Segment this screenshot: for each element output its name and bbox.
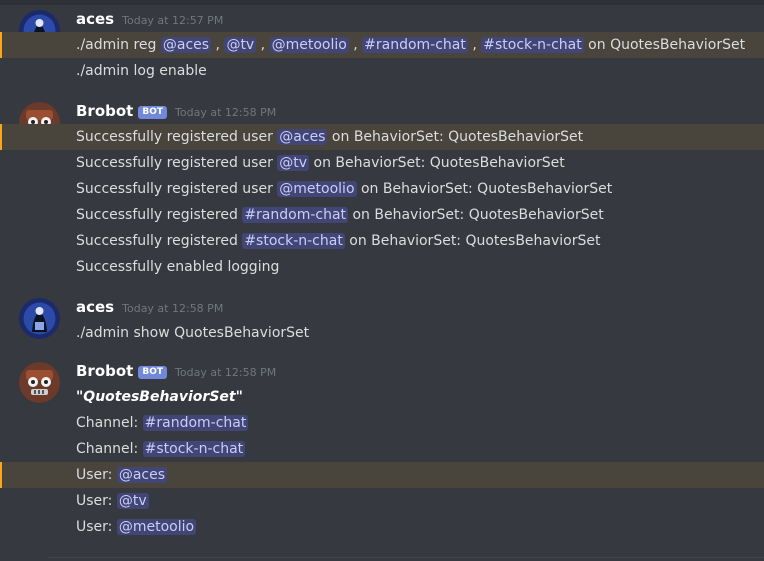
message-text: Successfully registered [76, 233, 243, 249]
channel-mention[interactable]: #stock-n-chat [481, 37, 584, 53]
message-group: Brobot BOT Today at 12:58 PM "QuotesBehavio… [0, 358, 764, 540]
message-header: aces Today at 12:58 PM [0, 294, 764, 320]
message-text: User: [76, 519, 117, 535]
message-text: on BehaviorSet: QuotesBehaviorSet [327, 129, 584, 145]
message-text: , [211, 37, 225, 53]
message-text: , [467, 37, 482, 53]
message-text: User: [76, 493, 117, 509]
message-timestamp[interactable]: Today at 12:58 PM [175, 366, 276, 379]
user-mention[interactable]: @metoolio [269, 37, 349, 53]
chat-messages-panel: aces Today at 12:57 PM ./admin reg @aces ,… [0, 0, 764, 561]
user-mention[interactable]: @tv [116, 493, 149, 509]
message-text: Successfully registered user [76, 181, 278, 197]
message-timestamp[interactable]: Today at 12:58 PM [175, 106, 276, 119]
message-line[interactable]: ./admin log enable [0, 58, 764, 84]
message-text: ./admin reg [76, 37, 161, 53]
user-mention[interactable]: @metoolio [277, 181, 357, 197]
user-mention[interactable]: @aces [116, 467, 168, 483]
message-text: Channel: [76, 415, 143, 431]
bot-badge: BOT [138, 366, 168, 379]
bottom-divider [48, 557, 764, 558]
message-text: Successfully registered user [76, 129, 278, 145]
message-text: on BehaviorSet: QuotesBehaviorSet [309, 155, 565, 171]
user-mention[interactable]: @tv [277, 155, 310, 171]
message-line-highlighted[interactable]: User: @aces [0, 462, 764, 488]
user-mention[interactable]: @aces [277, 129, 328, 145]
message-text-emphasis: "QuotesBehaviorSet" [76, 389, 243, 405]
message-text: ./admin log enable [76, 63, 207, 79]
channel-mention[interactable]: #random-chat [362, 37, 468, 53]
message-line[interactable]: User: @metoolio [0, 514, 764, 540]
message-header: Brobot BOT Today at 12:58 PM [0, 98, 764, 124]
message-text: on BehaviorSet: QuotesBehaviorSet [344, 233, 601, 249]
message-header: Brobot BOT Today at 12:58 PM [0, 358, 764, 384]
channel-mention[interactable]: #stock-n-chat [242, 233, 345, 249]
message-line-highlighted[interactable]: ./admin reg @aces , @tv , @metoolio , #r… [0, 32, 764, 58]
message-group: Brobot BOT Today at 12:58 PM Successfully r… [0, 98, 764, 280]
message-line-highlighted[interactable]: Successfully registered user @aces on Be… [0, 124, 764, 150]
message-text: Channel: [76, 441, 143, 457]
user-mention[interactable]: @tv [224, 37, 257, 53]
message-timestamp[interactable]: Today at 12:57 PM [122, 14, 223, 27]
message-line[interactable]: Successfully registered #random-chat on … [0, 202, 764, 228]
message-text: ./admin show QuotesBehaviorSet [76, 325, 310, 341]
channel-mention[interactable]: #random-chat [142, 415, 249, 431]
user-mention[interactable]: @metoolio [116, 519, 197, 535]
author-name[interactable]: aces [76, 298, 114, 316]
message-line[interactable]: "QuotesBehaviorSet" [0, 384, 764, 410]
author-name[interactable]: aces [76, 10, 114, 28]
message-text: Successfully registered [76, 207, 243, 223]
message-text: on BehaviorSet: QuotesBehaviorSet [356, 181, 613, 197]
message-line[interactable]: ./admin show QuotesBehaviorSet [0, 320, 764, 346]
message-text: Successfully enabled logging [76, 259, 280, 275]
message-line[interactable]: Channel: #stock-n-chat [0, 436, 764, 462]
message-line[interactable]: Successfully registered user @metoolio o… [0, 176, 764, 202]
message-group: aces Today at 12:57 PM ./admin reg @aces ,… [0, 6, 764, 84]
message-timestamp[interactable]: Today at 12:58 PM [122, 302, 223, 315]
bot-badge: BOT [138, 106, 168, 119]
message-text: , [348, 37, 363, 53]
channel-mention[interactable]: #stock-n-chat [142, 441, 246, 457]
user-mention[interactable]: @aces [160, 37, 212, 53]
message-line[interactable]: Successfully enabled logging [0, 254, 764, 280]
message-text: on BehaviorSet: QuotesBehaviorSet [348, 207, 604, 223]
message-group: aces Today at 12:58 PM ./admin show Quotes… [0, 294, 764, 346]
channel-mention[interactable]: #random-chat [242, 207, 349, 223]
message-text: Successfully registered user [76, 155, 278, 171]
message-text: on QuotesBehaviorSet [583, 37, 746, 53]
message-line[interactable]: Channel: #random-chat [0, 410, 764, 436]
message-header: aces Today at 12:57 PM [0, 6, 764, 32]
message-line[interactable]: Successfully registered #stock-n-chat on… [0, 228, 764, 254]
author-name[interactable]: Brobot [76, 362, 133, 380]
message-text: , [256, 37, 270, 53]
message-line[interactable]: Successfully registered user @tv on Beha… [0, 150, 764, 176]
author-name[interactable]: Brobot [76, 102, 133, 120]
top-divider [0, 0, 764, 5]
message-text: User: [76, 467, 117, 483]
message-line[interactable]: User: @tv [0, 488, 764, 514]
